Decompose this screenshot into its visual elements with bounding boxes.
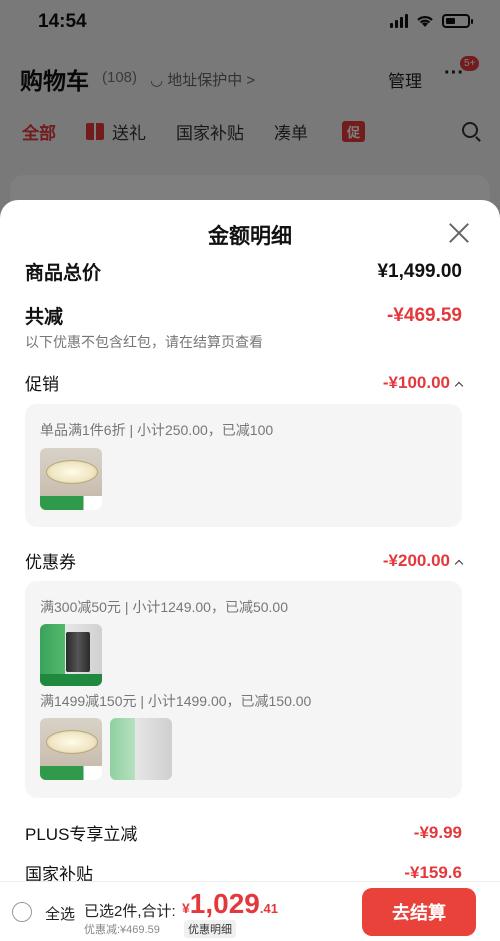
checkout-button[interactable]: 去结算: [362, 888, 476, 936]
product-thumbnail-lamp[interactable]: [40, 718, 102, 780]
close-icon[interactable]: [448, 222, 470, 244]
discount-note: 以下优惠不包含红包，请在结算页查看: [25, 334, 263, 350]
coupon-group: 满300减50元 | 小计1249.00，已减50.00 满1499减150元 …: [25, 581, 462, 798]
total-decimal: .41: [259, 901, 278, 916]
goods-total-label: 商品总价: [25, 263, 102, 284]
coupon-rule-1: 满300减50元 | 小计1249.00，已减50.00: [40, 599, 288, 615]
chevron-up-icon: [454, 381, 464, 390]
discount-summary: 优惠减:¥469.59: [84, 924, 160, 936]
promotion-row[interactable]: 促销 -¥100.00: [25, 370, 464, 395]
product-thumbnail-fridge[interactable]: [110, 718, 172, 780]
promotion-value: -¥100.00: [382, 372, 450, 392]
amount-detail-sheet: 金额明细 商品总价 ¥1,499.00 共减 -¥469.59 以下优惠不包含红…: [0, 200, 500, 941]
select-all-label[interactable]: 全选: [45, 903, 75, 924]
total-price: ¥1,029.41: [182, 888, 278, 920]
total-discount-label: 共减: [25, 307, 64, 328]
coupon-rule-2: 满1499减150元 | 小计1499.00，已减150.00: [40, 693, 312, 709]
coupon-row[interactable]: 优惠券 -¥200.00: [25, 548, 464, 573]
total-integer: 1,029: [189, 888, 260, 919]
chevron-up-icon: [454, 559, 464, 568]
promotion-rule: 单品满1件6折 | 小计250.00，已减100: [40, 422, 274, 438]
plus-discount-row: PLUS专享立减 -¥9.99: [25, 820, 462, 845]
goods-total-value: ¥1,499.00: [377, 260, 462, 282]
sheet-title: 金额明细: [208, 225, 292, 248]
checkout-bar: 全选 已选2件,合计: ¥1,029.41 优惠减:¥469.59 优惠明细 去…: [0, 881, 500, 941]
promotion-amount: -¥100.00: [382, 372, 464, 393]
total-discount-value: -¥469.59: [386, 304, 462, 326]
goods-total-row: 商品总价 ¥1,499.00: [25, 258, 462, 285]
discount-detail-link[interactable]: 优惠明细: [184, 920, 236, 938]
promotion-group: 单品满1件6折 | 小计250.00，已减100: [25, 404, 462, 527]
total-currency: ¥: [182, 900, 190, 916]
promotion-label: 促销: [25, 375, 59, 394]
product-thumbnail-lamp[interactable]: [40, 448, 102, 510]
total-discount-row: 共减 -¥469.59: [25, 302, 462, 329]
product-thumbnail-fridge[interactable]: [40, 624, 102, 686]
select-all-radio[interactable]: [12, 902, 32, 922]
plus-discount-label: PLUS专享立减: [25, 825, 138, 844]
selected-info: 已选2件,合计:: [84, 903, 176, 920]
plus-discount-value: -¥9.99: [413, 822, 462, 842]
coupon-label: 优惠券: [25, 553, 76, 572]
coupon-amount: -¥200.00: [382, 550, 464, 571]
detail-scroll-area[interactable]: 商品总价 ¥1,499.00 共减 -¥469.59 以下优惠不包含红包，请在结…: [0, 254, 500, 884]
coupon-value: -¥200.00: [382, 550, 450, 570]
national-subsidy-value: -¥159.6: [404, 862, 462, 882]
